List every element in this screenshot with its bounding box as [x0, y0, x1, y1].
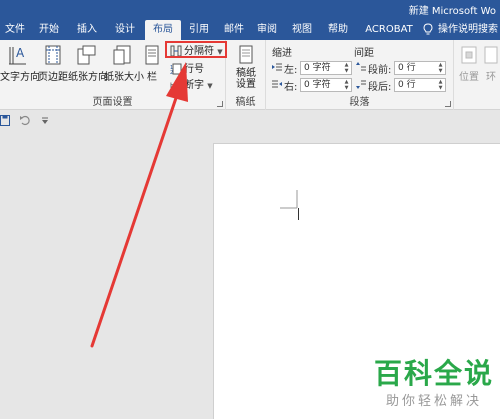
customize-toolbar-icon[interactable] — [41, 117, 49, 125]
dialog-launcher-icon[interactable] — [445, 101, 451, 107]
tab-design[interactable]: 设计 — [110, 20, 140, 40]
paper-size-icon — [113, 45, 131, 65]
indent-right-value: 0 字符 — [304, 80, 331, 90]
spacing-before-label: 段前: — [368, 65, 392, 76]
size-label: 纸张大小 — [104, 72, 144, 83]
page-setup-group-label: 页面设置 — [92, 97, 133, 108]
spacing-before-icon — [356, 62, 366, 71]
spinner-icon[interactable]: ▲ ▼ — [343, 79, 350, 91]
breaks-highlight-box — [165, 41, 227, 58]
watermark-title: 百科全说 — [373, 357, 494, 390]
spacing-before-input[interactable]: 0 行 ▲ ▼ — [394, 61, 446, 75]
spacing-after-input[interactable]: 0 行 ▲ ▼ — [394, 78, 446, 92]
spinner-icon[interactable]: ▲ ▼ — [437, 79, 444, 91]
dialog-launcher-icon[interactable] — [217, 101, 223, 107]
indent-right-icon — [272, 80, 282, 88]
spacing-after-label: 段后: — [368, 82, 392, 93]
spinner-icon[interactable]: ▲ ▼ — [437, 62, 444, 74]
save-icon[interactable] — [0, 115, 10, 126]
wrap-text-icon — [484, 46, 498, 64]
undo-icon[interactable] — [20, 115, 30, 126]
indent-header: 缩进 — [272, 48, 292, 59]
wrap-text-label: 环 — [486, 72, 496, 83]
line-numbers-button[interactable]: 1 2 行号 — [170, 62, 204, 77]
hyphenation-label: 断字 — [184, 80, 204, 91]
watermark-logo: 百科全说 助你轻松解决 — [370, 357, 498, 410]
hyphenation-icon: bc — [170, 82, 178, 90]
svg-text:bc: bc — [170, 82, 178, 90]
columns-icon — [145, 45, 159, 65]
draft-group-label: 稿纸 — [235, 97, 256, 108]
spacing-after-value: 0 行 — [398, 80, 416, 90]
title-bar: 新建 Microsoft Wo — [0, 0, 500, 20]
tab-acrobat[interactable]: ACROBAT — [360, 20, 418, 40]
text-direction-label: 文字方向 — [0, 72, 40, 83]
spacing-after-icon — [356, 80, 366, 89]
indent-left-label: 左: — [284, 65, 298, 76]
window-title: 新建 Microsoft Wo — [408, 6, 496, 17]
text-direction-icon: A — [9, 46, 26, 65]
line-numbers-icon: 1 2 — [170, 63, 182, 75]
tab-help[interactable]: 帮助 — [323, 20, 353, 40]
quick-access-toolbar — [0, 111, 500, 131]
orientation-icon — [77, 45, 96, 65]
tab-insert[interactable]: 插入 — [72, 20, 102, 40]
margin-corner-mark — [280, 190, 298, 209]
ribbon-tabs: 文件 开始 插入 设计 布局 引用 邮件 审阅 视图 帮助 ACROBAT 操作… — [0, 20, 500, 40]
position-icon — [461, 46, 477, 64]
paragraph-group: 缩进 间距 左: 0 字符 ▲ ▼ 右: 0 字符 ▲ ▼ 段前: 0 行 ▲ ▼ — [266, 40, 454, 110]
indent-right-label: 右: — [284, 82, 298, 93]
tab-home[interactable]: 开始 — [34, 20, 64, 40]
svg-text:2: 2 — [170, 70, 173, 75]
indent-left-icon — [272, 63, 282, 71]
watermark-subtitle: 助你轻松解决 — [385, 394, 482, 409]
chevron-down-icon: ▼ — [207, 82, 213, 90]
hyphenation-button[interactable]: bc 断字 ▼ — [170, 78, 213, 93]
tell-me-search[interactable]: 操作说明搜索 — [438, 20, 498, 40]
position-label: 位置 — [459, 72, 479, 83]
lightbulb-icon[interactable] — [423, 23, 433, 36]
columns-button[interactable]: 栏 — [142, 44, 162, 94]
margins-button[interactable]: 页边距 — [38, 44, 68, 94]
tab-review[interactable]: 审阅 — [252, 20, 282, 40]
indent-right-input[interactable]: 0 字符 ▲ ▼ — [300, 78, 352, 92]
columns-label: 栏 — [147, 72, 157, 83]
tab-layout[interactable]: 布局 — [145, 20, 181, 40]
svg-text:A: A — [16, 46, 25, 60]
size-button[interactable]: 纸张大小 — [104, 44, 144, 94]
draft-paper-icon — [239, 45, 253, 64]
spinner-icon[interactable]: ▲ ▼ — [343, 62, 350, 74]
indent-left-value: 0 字符 — [304, 63, 331, 73]
line-numbers-label: 行号 — [184, 64, 204, 75]
arrange-group: 位置 环 — [454, 40, 500, 110]
draft-settings-label: 稿纸 设置 — [236, 68, 256, 90]
draft-settings-button[interactable]: 稿纸 设置 — [230, 44, 262, 94]
text-cursor — [298, 208, 299, 220]
margins-label: 页边距 — [38, 72, 68, 83]
draft-group: 稿纸 设置 稿纸 — [226, 40, 266, 110]
spacing-header: 间距 — [354, 48, 374, 59]
wrap-text-button[interactable]: 环 — [482, 44, 500, 94]
text-direction-button[interactable]: A 文字方向 — [0, 44, 40, 94]
indent-left-input[interactable]: 0 字符 ▲ ▼ — [300, 61, 352, 75]
margins-icon — [45, 45, 61, 65]
tab-file[interactable]: 文件 — [0, 20, 30, 40]
tab-view[interactable]: 视图 — [287, 20, 317, 40]
paragraph-group-label: 段落 — [349, 97, 370, 108]
orientation-button[interactable]: 纸张方向 — [68, 44, 108, 94]
spacing-before-value: 0 行 — [398, 63, 416, 73]
position-button[interactable]: 位置 — [458, 44, 480, 94]
ribbon: A 文字方向 页边距 纸张方向 纸张大小 栏 分隔符 ▼ 1 2 行号 bc 断… — [0, 40, 500, 110]
orientation-label: 纸张方向 — [68, 72, 108, 83]
tab-mailings[interactable]: 邮件 — [219, 20, 249, 40]
tab-references[interactable]: 引用 — [184, 20, 214, 40]
